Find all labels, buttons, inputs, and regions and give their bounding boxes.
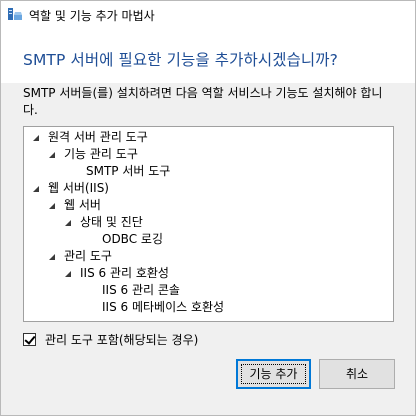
title-bar[interactable]: 역할 및 기능 추가 마법사 bbox=[1, 1, 415, 29]
tree-node-label: 상태 및 진단 bbox=[80, 215, 143, 229]
tree-node-iis6-compat[interactable]: IIS 6 관리 호환성 bbox=[64, 265, 169, 281]
include-tools-checkbox[interactable] bbox=[23, 333, 36, 346]
tree-expander-icon[interactable] bbox=[48, 248, 58, 264]
tree-expander-icon[interactable] bbox=[64, 265, 74, 281]
tree-node-web-server-iis[interactable]: 웹 서버(IIS) bbox=[32, 180, 109, 196]
tree-node-remote-admin-tools[interactable]: 원격 서버 관리 도구 bbox=[32, 129, 148, 145]
dialog-heading: SMTP 서버에 필요한 기능을 추가하시겠습니까? bbox=[23, 51, 338, 69]
window-title: 역할 및 기능 추가 마법사 bbox=[29, 9, 155, 23]
tree-node-iis6-console[interactable]: IIS 6 관리 콘솔 bbox=[96, 282, 180, 298]
tree-expander-icon[interactable] bbox=[32, 180, 42, 196]
tree-node-odbc-logging[interactable]: ODBC 로깅 bbox=[96, 231, 163, 247]
focus-rectangle bbox=[241, 364, 306, 384]
feature-tree[interactable]: 원격 서버 관리 도구 기능 관리 도구 SMTP 서버 도구 웹 서버(IIS… bbox=[23, 126, 394, 322]
tree-expander-icon[interactable] bbox=[48, 146, 58, 162]
tree-node-feature-admin-tools[interactable]: 기능 관리 도구 bbox=[48, 146, 138, 162]
tree-expander-icon[interactable] bbox=[48, 197, 58, 213]
cancel-button-label: 취소 bbox=[345, 367, 369, 381]
tree-node-iis6-metabase[interactable]: IIS 6 메타베이스 호환성 bbox=[96, 299, 224, 315]
tree-node-label: 관리 도구 bbox=[64, 249, 112, 263]
cancel-button[interactable]: 취소 bbox=[319, 359, 395, 389]
tree-node-label: IIS 6 관리 호환성 bbox=[80, 266, 169, 280]
tree-node-label: 웹 서버 bbox=[64, 198, 101, 212]
include-tools-row[interactable]: 관리 도구 포함(해당되는 경우) bbox=[23, 332, 198, 348]
tree-node-label: 기능 관리 도구 bbox=[64, 147, 138, 161]
description-text: SMTP 서버들(를) 설치하려면 다음 역할 서비스나 기능도 설치해야 합니… bbox=[23, 86, 383, 117]
tree-node-management-tools[interactable]: 관리 도구 bbox=[48, 248, 112, 264]
tree-node-label: ODBC 로깅 bbox=[102, 232, 163, 246]
tree-expander-icon[interactable] bbox=[64, 214, 74, 230]
tree-node-label: IIS 6 관리 콘솔 bbox=[102, 283, 180, 297]
tree-node-label: IIS 6 메타베이스 호환성 bbox=[102, 300, 225, 314]
tree-node-health-diagnostics[interactable]: 상태 및 진단 bbox=[64, 214, 143, 230]
tree-node-label: SMTP 서버 도구 bbox=[86, 164, 171, 178]
dialog-window: 역할 및 기능 추가 마법사 SMTP 서버에 필요한 기능을 추가하시겠습니까… bbox=[0, 0, 416, 416]
include-tools-label[interactable]: 관리 도구 포함(해당되는 경우) bbox=[45, 332, 198, 348]
tree-node-label: 원격 서버 관리 도구 bbox=[48, 130, 148, 144]
add-features-button[interactable]: 기능 추가 bbox=[236, 359, 311, 389]
tree-node-web-server[interactable]: 웹 서버 bbox=[48, 197, 101, 213]
tree-node-smtp-server-tools[interactable]: SMTP 서버 도구 bbox=[80, 163, 170, 179]
tree-node-label: 웹 서버(IIS) bbox=[48, 181, 109, 195]
server-manager-icon bbox=[8, 8, 22, 20]
tree-expander-icon[interactable] bbox=[32, 129, 42, 145]
